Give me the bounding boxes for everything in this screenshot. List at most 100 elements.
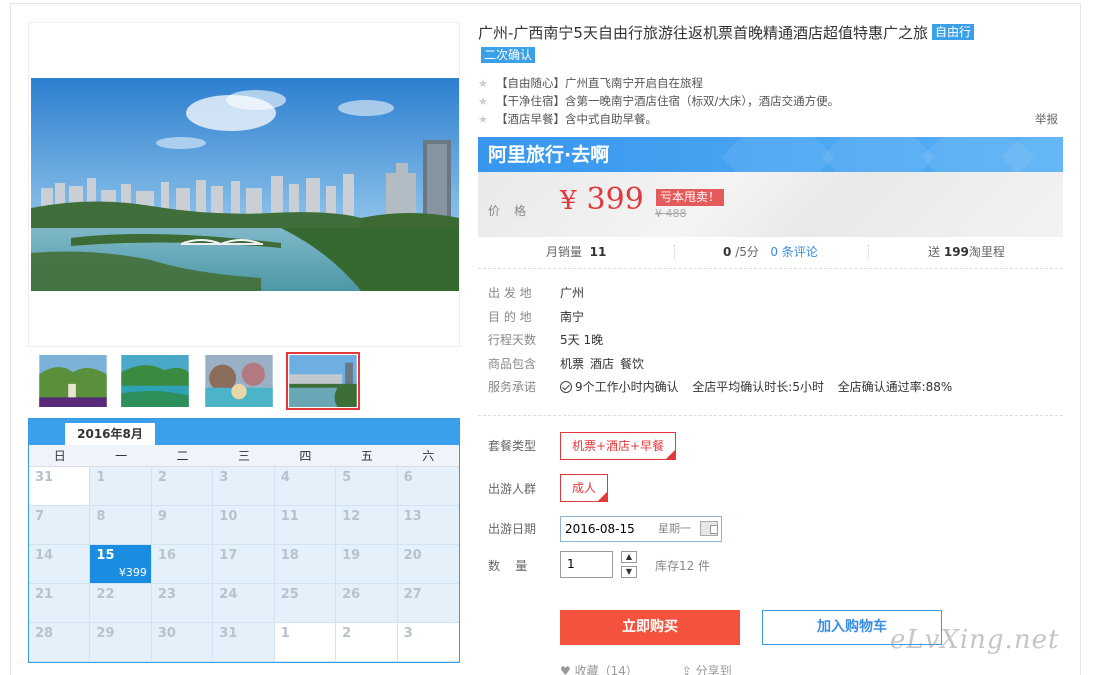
calendar-day-cell[interactable]: 28 bbox=[29, 623, 91, 662]
review-count-link[interactable]: 0 条评论 bbox=[770, 245, 817, 259]
calendar-day-cell[interactable]: 31 bbox=[29, 467, 91, 506]
promise-item: 9个工作小时内确认 bbox=[575, 380, 679, 394]
calendar-day-number: 9 bbox=[157, 509, 167, 524]
calendar-day-number: 31 bbox=[219, 626, 238, 641]
report-link[interactable]: 举报 bbox=[1035, 110, 1058, 128]
calendar-day-cell[interactable]: 11 bbox=[274, 506, 337, 545]
group-option-selected[interactable]: 成人 bbox=[560, 474, 609, 502]
calendar-day-cell[interactable]: 2 bbox=[151, 467, 214, 506]
rating-summary: 0 /5分 0 条评论 bbox=[723, 237, 818, 267]
calendar-day-cell[interactable]: 20 bbox=[397, 545, 459, 584]
calendar-day-cell[interactable]: 15 ¥399 bbox=[90, 545, 152, 584]
promise-row: 服务承诺 9个工作小时内确认 全店平均确认时长:5小时 全店确认通过率:88% bbox=[488, 376, 1058, 400]
calendar-day-cell[interactable]: 29 bbox=[90, 623, 152, 662]
calendar-day-number: 22 bbox=[96, 587, 115, 602]
calendar-day-cell[interactable]: 22 bbox=[90, 584, 152, 623]
calendar-day-number: 15 bbox=[96, 548, 115, 563]
calendar-day-cell[interactable]: 1 bbox=[274, 623, 337, 662]
feature-text: 【自由随心】广州直飞南宁开启自在旅程 bbox=[496, 76, 703, 90]
site-watermark: eLvXing.net bbox=[890, 625, 1060, 655]
calendar-day-cell[interactable]: 26 bbox=[336, 584, 398, 623]
calendar-day-cell[interactable]: 8 bbox=[90, 506, 152, 545]
calendar-day-cell[interactable]: 21 bbox=[29, 584, 91, 623]
calendar-day-number: 2 bbox=[157, 470, 167, 485]
weekday-label: 五 bbox=[360, 449, 373, 463]
calendar-day-number: 7 bbox=[35, 509, 45, 524]
calendar-month-tab[interactable]: 2016年8月 bbox=[65, 423, 155, 445]
calendar-day-number: 18 bbox=[280, 548, 299, 563]
calendar-day-cell[interactable]: 27 bbox=[397, 584, 459, 623]
calendar-day-number: 4 bbox=[280, 470, 290, 485]
calendar-day-number: 27 bbox=[403, 587, 422, 602]
calendar-day-cell[interactable]: 9 bbox=[151, 506, 214, 545]
travel-weekday: 星期一 bbox=[658, 522, 691, 535]
product-title: 广州-广西南宁5天自由行旅游往返机票首晚精通酒店超值特惠广之旅 自由行 bbox=[478, 22, 1058, 44]
thumbnail-strip bbox=[36, 352, 366, 412]
brand-logo-text: 阿里旅行·去啊 bbox=[488, 144, 610, 166]
calendar-day-cell[interactable]: 24 bbox=[213, 584, 275, 623]
includes-label: 商品包含 bbox=[488, 356, 537, 371]
free-travel-tag: 自由行 bbox=[931, 24, 974, 40]
calendar-day-cell[interactable]: 6 bbox=[397, 467, 459, 506]
points-reward: 送 199淘里程 bbox=[928, 237, 1005, 267]
calendar-day-cell[interactable]: 23 bbox=[151, 584, 214, 623]
share-label: 分享到 bbox=[695, 664, 732, 675]
calendar-day-number: 30 bbox=[157, 626, 176, 641]
calendar-day-number: 21 bbox=[35, 587, 54, 602]
calendar-day-grid: 31 1 2 3 4 5 6 7 8 9 10 11 12 13 14 15 ¥399 16 17 18 19 20 21 2… bbox=[29, 467, 459, 662]
quantity-input[interactable]: 1 bbox=[560, 551, 613, 578]
quantity-label: 数 量 bbox=[488, 559, 528, 573]
calendar-icon[interactable] bbox=[700, 521, 718, 536]
promise-item: 全店确认通过率:88% bbox=[837, 380, 953, 394]
thumbnail-1[interactable] bbox=[36, 352, 110, 410]
calendar-day-cell[interactable]: 2 bbox=[336, 623, 398, 662]
thumbnail-2[interactable] bbox=[118, 352, 192, 410]
thumbnail-4[interactable] bbox=[286, 352, 360, 410]
selected-corner-icon bbox=[598, 492, 608, 501]
calendar-day-cell[interactable]: 25 bbox=[274, 584, 337, 623]
calendar-day-price: ¥399 bbox=[118, 566, 147, 579]
calendar-day-cell[interactable]: 1 bbox=[90, 467, 152, 506]
calendar-day-cell[interactable]: 3 bbox=[213, 467, 275, 506]
main-product-image[interactable] bbox=[31, 78, 459, 291]
share-link[interactable]: ⇪ 分享到 bbox=[682, 664, 752, 675]
departure-row: 出 发 地 广州 bbox=[488, 282, 1058, 306]
calendar-day-cell[interactable]: 5 bbox=[336, 467, 398, 506]
calendar-day-cell[interactable]: 17 bbox=[213, 545, 275, 584]
calendar-day-cell[interactable]: 19 bbox=[336, 545, 398, 584]
weekday-label: 六 bbox=[422, 449, 435, 463]
price-value: 399 bbox=[586, 182, 644, 217]
package-option-selected[interactable]: 机票+酒店+早餐 bbox=[560, 432, 677, 460]
promise-label: 服务承诺 bbox=[488, 380, 537, 394]
calendar-day-cell[interactable]: 31 bbox=[213, 623, 275, 662]
calendar-day-number: 28 bbox=[35, 626, 54, 641]
calendar-day-cell[interactable]: 16 bbox=[151, 545, 214, 584]
promo-brand-bar: 阿里旅行·去啊 bbox=[478, 137, 1063, 172]
package-label: 套餐类型 bbox=[488, 439, 537, 453]
calendar-day-number: 14 bbox=[35, 548, 54, 563]
thumbnail-3[interactable] bbox=[202, 352, 276, 410]
favorite-link[interactable]: ♥ 收藏（14） bbox=[560, 664, 658, 675]
calendar-day-number: 10 bbox=[219, 509, 238, 524]
decrement-arrow-icon[interactable]: ▼ bbox=[621, 566, 637, 578]
calendar-day-cell[interactable]: 7 bbox=[29, 506, 91, 545]
travel-date-field[interactable]: 2016-08-15 星期一 bbox=[560, 516, 722, 542]
travel-date-value: 2016-08-15 bbox=[565, 522, 635, 536]
stat-divider bbox=[674, 245, 675, 259]
promise-item: 全店平均确认时长:5小时 bbox=[692, 380, 824, 394]
calendar-day-cell[interactable]: 13 bbox=[397, 506, 459, 545]
calendar-day-cell[interactable]: 14 bbox=[29, 545, 91, 584]
calendar-day-cell[interactable]: 18 bbox=[274, 545, 337, 584]
buy-now-button[interactable]: 立即购买 bbox=[560, 610, 740, 645]
increment-arrow-icon[interactable]: ▲ bbox=[621, 551, 637, 563]
section-divider bbox=[478, 415, 1063, 416]
calendar-day-cell[interactable]: 30 bbox=[151, 623, 214, 662]
calendar-day-cell[interactable]: 3 bbox=[397, 623, 459, 662]
include-item: 酒店 bbox=[590, 356, 615, 371]
calendar-header-bar: 2016年8月 bbox=[29, 419, 459, 445]
destination-row: 目 的 地 南宁 bbox=[488, 306, 1058, 330]
calendar-day-cell[interactable]: 10 bbox=[213, 506, 275, 545]
feature-text: 【酒店早餐】含中式自助早餐。 bbox=[496, 112, 657, 126]
calendar-day-cell[interactable]: 4 bbox=[274, 467, 337, 506]
calendar-day-cell[interactable]: 12 bbox=[336, 506, 398, 545]
